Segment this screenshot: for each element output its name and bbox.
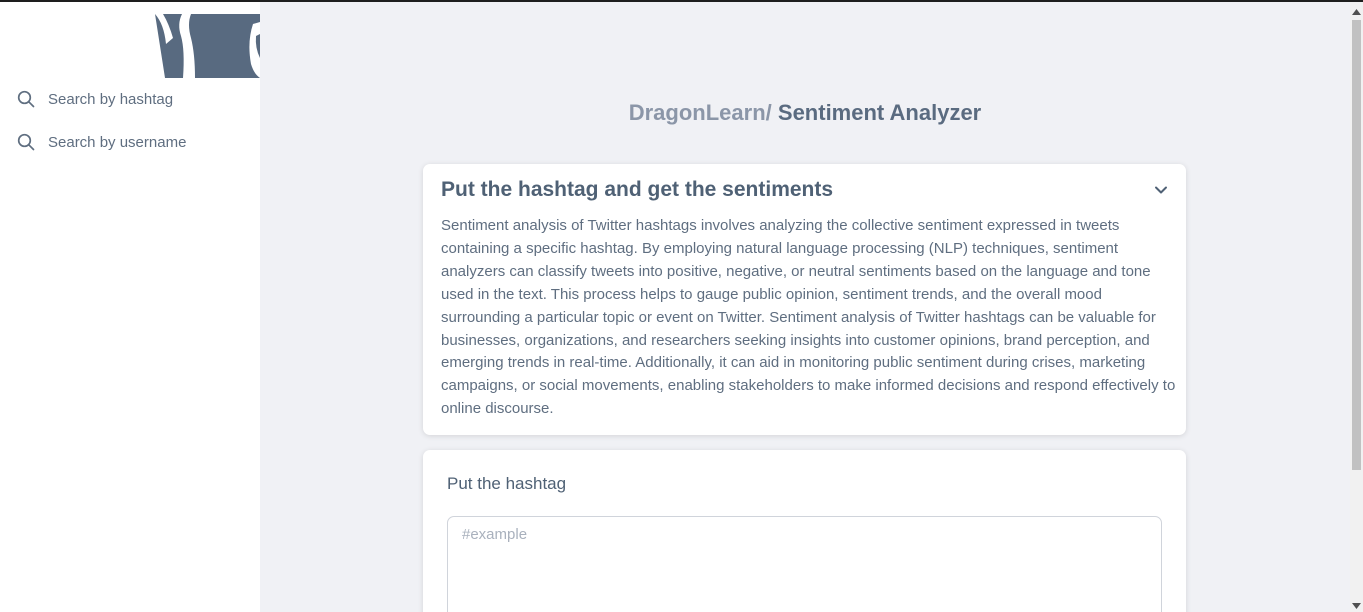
breadcrumb[interactable]: DragonLearn/: [629, 100, 772, 125]
sidebar-item-search-hashtag[interactable]: Search by hashtag: [17, 87, 173, 111]
page-title: DragonLearn/ Sentiment Analyzer: [260, 100, 1350, 126]
scroll-down-arrow-icon[interactable]: [1350, 598, 1363, 612]
main-content: DragonLearn/ Sentiment Analyzer Put the …: [260, 2, 1350, 612]
sidebar-item-label: Search by username: [48, 133, 187, 151]
hashtag-form-card: Put the hashtag: [423, 450, 1186, 612]
scroll-up-arrow-icon[interactable]: [1350, 4, 1363, 20]
vertical-scrollbar[interactable]: [1350, 2, 1363, 612]
chevron-down-icon[interactable]: [1153, 182, 1169, 198]
dragon-logo-icon[interactable]: [155, 14, 260, 78]
info-card-description: Sentiment analysis of Twitter hashtags i…: [441, 217, 1176, 418]
page-title-text: Sentiment Analyzer: [777, 100, 982, 125]
search-icon: [17, 133, 35, 151]
info-card-title: Put the hashtag and get the sentiments: [441, 178, 834, 201]
search-icon: [17, 90, 35, 108]
hashtag-input[interactable]: [447, 516, 1162, 612]
scrollbar-thumb[interactable]: [1352, 20, 1361, 470]
sidebar-item-search-username[interactable]: Search by username: [17, 130, 186, 154]
hashtag-label: Put the hashtag: [447, 474, 567, 493]
sidebar-item-label: Search by hashtag: [48, 90, 174, 108]
sidebar: Search by hashtag Search by username: [0, 2, 260, 612]
info-card: Put the hashtag and get the sentiments S…: [423, 164, 1186, 435]
